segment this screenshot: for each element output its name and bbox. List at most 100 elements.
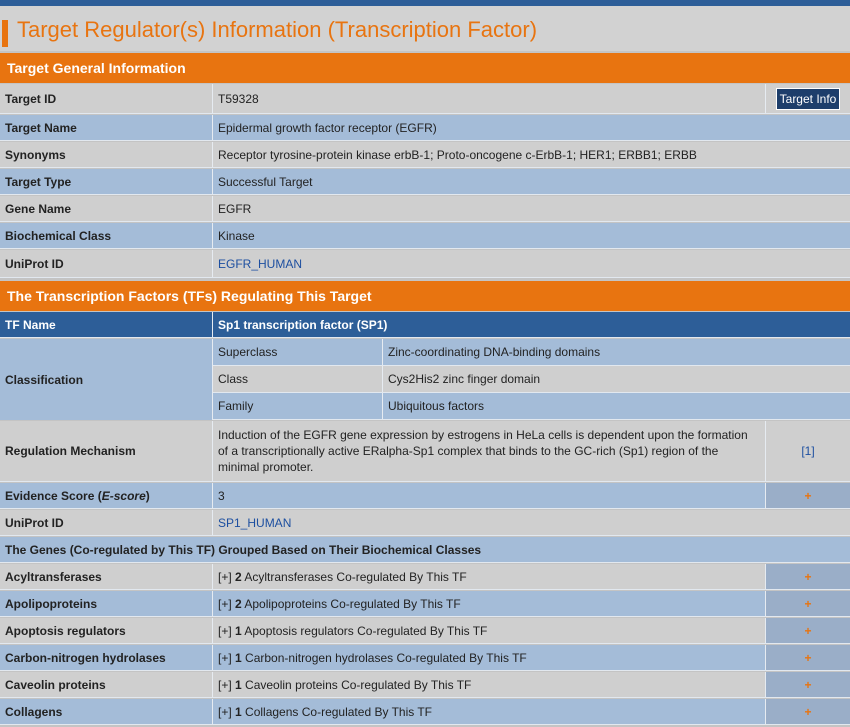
gene-group-prefix: [+] [218,704,236,719]
row-gene-name: Gene Name EGFR [0,196,850,222]
gene-group-prefix: [+] [218,650,236,665]
gene-group-toggle[interactable]: + [766,591,850,616]
gene-group-row: Carbon-nitrogen hydrolases [+] 1 Carbon-n… [0,645,850,671]
class-label: Class [213,366,383,392]
target-info-button[interactable]: Target Info [775,87,841,110]
evidence-expand-toggle[interactable]: + [766,483,850,508]
gene-group-toggle[interactable]: + [766,618,850,643]
biochemical-class-label: Biochemical Class [0,223,213,248]
gene-group-expand-link[interactable]: [+] 1 Apoptosis regulators Co-regulated … [213,618,766,643]
gene-group-text: Carbon-nitrogen hydrolases Co-regulated … [241,650,527,665]
class-value: Cys2His2 zinc finger domain [388,372,541,386]
evidence-label-em: E-score [101,488,146,503]
tf-name-value: Sp1 transcription factor (SP1) [218,317,388,332]
gene-group-name: Acyltransferases [0,564,213,589]
row-biochemical-class: Biochemical Class Kinase [0,223,850,249]
gene-group-row: Acyltransferases [+] 2 Acyltransferases C… [0,564,850,590]
gene-group-count: 1 [235,623,242,638]
gene-group-prefix: [+] [218,569,236,584]
gene-group-text: Apolipoproteins Co-regulated By This TF [241,596,461,611]
row-evidence-score: Evidence Score (E-score) 3 + [0,483,850,509]
evidence-value: 3 [213,483,766,508]
gene-group-count: 2 [235,569,242,584]
gene-group-prefix: [+] [218,596,236,611]
row-target-id: Target ID T59328 Target Info [0,84,850,114]
synonyms-value: Receptor tyrosine-protein kinase erbB-1;… [218,147,697,162]
target-info-cell: Target Info [766,84,850,113]
row-tf-uniprot: UniProt ID SP1_HUMAN [0,510,850,536]
gene-group-name: Caveolin proteins [0,672,213,697]
row-target-type: Target Type Successful Target [0,169,850,195]
row-synonyms: Synonyms Receptor tyrosine-protein kinas… [0,142,850,168]
section-title: The Transcription Factors (TFs) Regulati… [7,288,372,304]
gene-group-name: Collagens [0,699,213,724]
evidence-label-pre: Evidence Score ( [5,488,102,503]
gene-group-count: 1 [235,704,242,719]
gene-name-label: Gene Name [0,196,213,221]
gene-group-expand-link[interactable]: [+] 1 Collagens Co-regulated By This TF [213,699,766,724]
genes-heading: The Genes (Co-regulated by This TF) Grou… [5,542,482,557]
gene-group-count: 1 [235,677,242,692]
row-family: Family Ubiquitous factors [213,393,850,420]
row-target-name: Target Name Epidermal growth factor rece… [0,115,850,141]
title-marker [2,20,8,47]
gene-group-toggle[interactable]: + [766,672,850,697]
gene-group-toggle[interactable]: + [766,699,850,724]
superclass-value: Zinc-coordinating DNA-binding domains [388,345,601,359]
classification-label: Classification [0,339,213,420]
target-name-value: Epidermal growth factor receptor (EGFR) [218,120,437,135]
section-title: Target General Information [7,60,186,76]
target-id-value: T59328 [213,84,766,113]
gene-group-count: 1 [235,650,242,665]
gene-group-expand-link[interactable]: [+] 2 Apolipoproteins Co-regulated By Th… [213,591,766,616]
uniprot-label: UniProt ID [0,250,213,277]
gene-group-prefix: [+] [218,677,236,692]
row-class: Class Cys2His2 zinc finger domain [213,366,850,393]
gene-group-text: Caveolin proteins Co-regulated By This T… [241,677,472,692]
section-header-tf: The Transcription Factors (TFs) Regulati… [0,281,850,311]
tf-name-label: TF Name [0,312,213,337]
target-type-value: Successful Target [218,174,313,189]
gene-group-row: Collagens [+] 1 Collagens Co-regulated By… [0,699,850,725]
gene-group-text: Collagens Co-regulated By This TF [241,704,433,719]
gene-group-row: Caveolin proteins [+] 1 Caveolin proteins… [0,672,850,698]
tf-uniprot-link[interactable]: SP1_HUMAN [213,510,850,535]
target-id-label: Target ID [0,84,213,113]
evidence-label: Evidence Score (E-score) [0,483,213,508]
mechanism-value: Induction of the EGFR gene expression by… [213,421,766,481]
gene-group-name: Apolipoproteins [0,591,213,616]
target-type-label: Target Type [0,169,213,194]
title-bar: Target Regulator(s) Information (Transcr… [0,6,850,51]
gene-group-name: Apoptosis regulators [0,618,213,643]
gene-group-prefix: [+] [218,623,236,638]
row-tf-name: TF Name Sp1 transcription factor (SP1) [0,312,850,338]
gene-group-toggle[interactable]: + [766,564,850,589]
page-title: Target Regulator(s) Information (Transcr… [17,17,538,42]
superclass-label: Superclass [213,339,383,365]
row-genes-heading: The Genes (Co-regulated by This TF) Grou… [0,537,850,563]
gene-group-expand-link[interactable]: [+] 1 Carbon-nitrogen hydrolases Co-regu… [213,645,766,670]
mechanism-label: Regulation Mechanism [0,421,213,481]
uniprot-link[interactable]: EGFR_HUMAN [213,250,850,277]
gene-group-row: Apolipoproteins [+] 2 Apolipoproteins Co-… [0,591,850,617]
family-value: Ubiquitous factors [388,399,485,413]
family-label: Family [213,393,383,419]
evidence-label-post: ) [145,488,150,503]
mechanism-reference-link[interactable]: [1] [766,421,850,481]
gene-group-toggle[interactable]: + [766,645,850,670]
biochemical-class-value: Kinase [218,228,255,243]
gene-group-text: Acyltransferases Co-regulated By This TF [241,569,467,584]
gene-group-name: Carbon-nitrogen hydrolases [0,645,213,670]
row-superclass: Superclass Zinc-coordinating DNA-binding… [213,339,850,366]
gene-group-text: Apoptosis regulators Co-regulated By Thi… [241,623,488,638]
row-regulation-mechanism: Regulation Mechanism Induction of the EG… [0,421,850,482]
section-header-general: Target General Information [0,53,850,83]
row-uniprot: UniProt ID EGFR_HUMAN [0,250,850,278]
gene-group-expand-link[interactable]: [+] 1 Caveolin proteins Co-regulated By … [213,672,766,697]
gene-group-count: 2 [235,596,242,611]
gene-name-value: EGFR [218,201,252,216]
target-name-label: Target Name [0,115,213,140]
tf-uniprot-label: UniProt ID [0,510,213,535]
synonyms-label: Synonyms [0,142,213,167]
gene-group-expand-link[interactable]: [+] 2 Acyltransferases Co-regulated By T… [213,564,766,589]
